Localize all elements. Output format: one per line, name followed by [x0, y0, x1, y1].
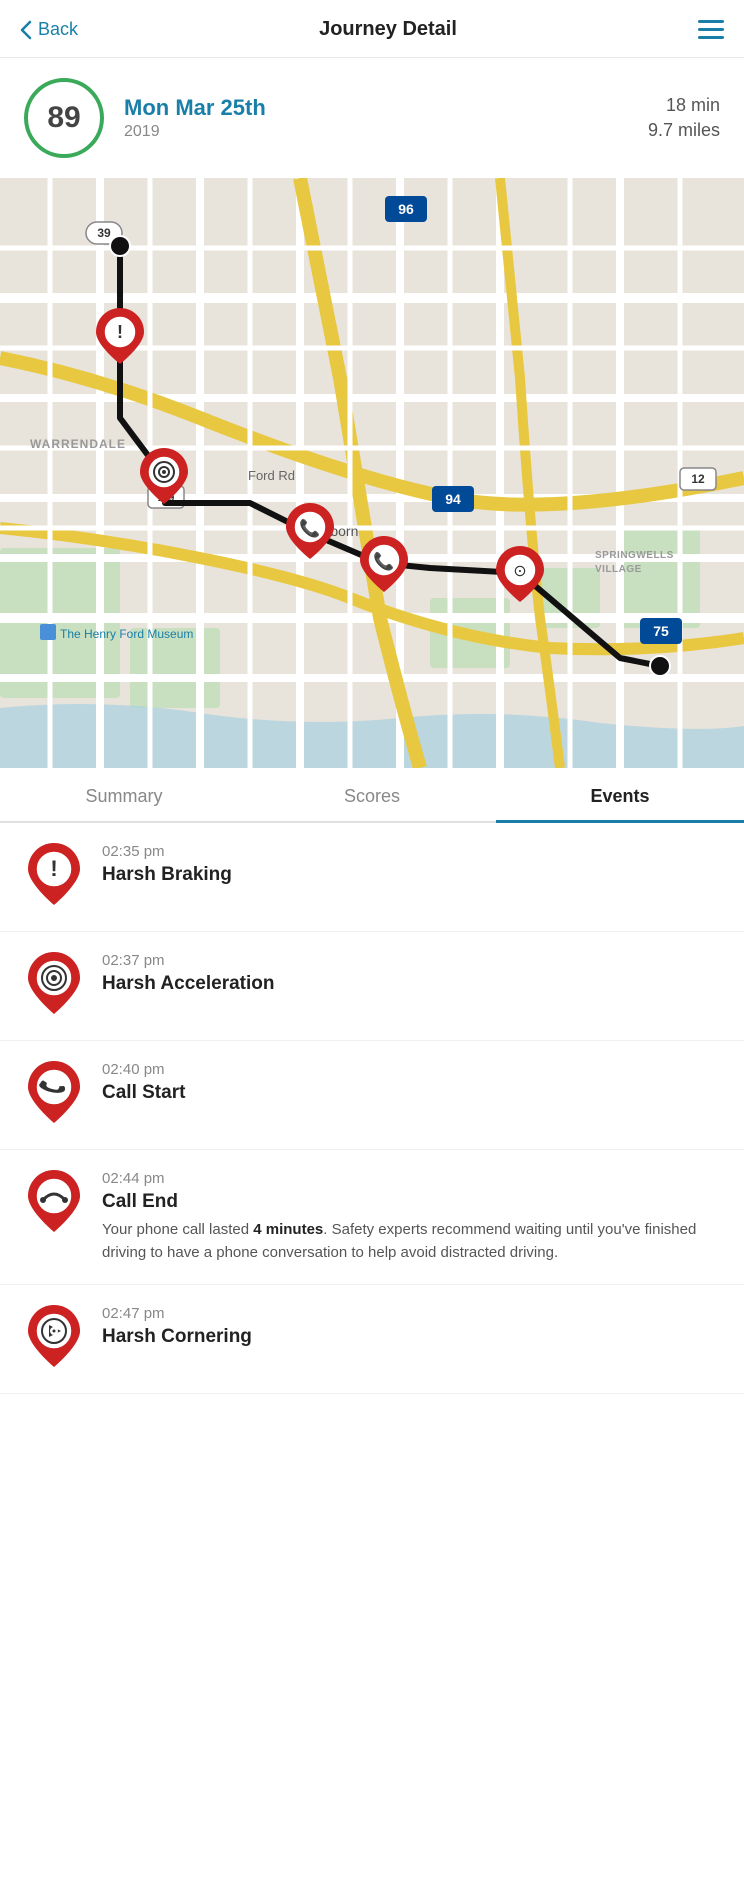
svg-text:12: 12: [691, 472, 705, 486]
event-name: Call Start: [102, 1082, 720, 1104]
svg-text:39: 39: [97, 226, 111, 240]
event-icon-braking: !: [24, 843, 84, 911]
hamburger-line: [698, 20, 724, 23]
tab-events[interactable]: Events: [496, 768, 744, 821]
event-name: Harsh Cornering: [102, 1326, 720, 1348]
journey-duration: 18 min: [648, 95, 720, 116]
journey-year: 2019: [124, 123, 648, 141]
event-item: 02:40 pm Call Start: [0, 1041, 744, 1150]
event-name: Harsh Acceleration: [102, 973, 720, 995]
back-label: Back: [38, 19, 78, 40]
map-container[interactable]: 96 94 75 39 12 169 Ford Rd Dearborn WARR…: [0, 178, 744, 768]
tabs-bar: Summary Scores Events: [0, 768, 744, 823]
journey-miles: 9.7 miles: [648, 120, 720, 141]
svg-text:!: !: [50, 856, 57, 881]
event-time: 02:37 pm: [102, 952, 720, 969]
event-content: 02:44 pm Call End Your phone call lasted…: [102, 1170, 720, 1264]
hamburger-line: [698, 28, 724, 31]
event-content: 02:40 pm Call Start: [102, 1061, 720, 1104]
journey-info: 89 Mon Mar 25th 2019 18 min 9.7 miles: [0, 58, 744, 178]
svg-text:⊙: ⊙: [513, 563, 526, 580]
svg-text:94: 94: [445, 491, 461, 507]
event-description: Your phone call lasted 4 minutes. Safety…: [102, 1219, 720, 1264]
chevron-left-icon: [20, 20, 32, 40]
svg-text:Ford Rd: Ford Rd: [248, 468, 295, 483]
event-content: 02:47 pm Harsh Cornering: [102, 1305, 720, 1348]
svg-text:📞: 📞: [299, 517, 321, 538]
event-icon-callend: [24, 1170, 84, 1238]
event-item: 02:44 pm Call End Your phone call lasted…: [0, 1150, 744, 1285]
map-svg: 96 94 75 39 12 169 Ford Rd Dearborn WARR…: [0, 178, 744, 768]
journey-date: Mon Mar 25th: [124, 95, 648, 121]
svg-text:75: 75: [653, 623, 669, 639]
menu-button[interactable]: [698, 20, 724, 39]
svg-text:📞: 📞: [373, 550, 395, 571]
score-circle: 89: [24, 78, 104, 158]
event-item: ! 02:35 pm Harsh Braking: [0, 823, 744, 932]
events-list: ! 02:35 pm Harsh Braking 02:37 pm Harsh …: [0, 823, 744, 1394]
event-item: 02:37 pm Harsh Acceleration: [0, 932, 744, 1041]
header: Back Journey Detail: [0, 0, 744, 58]
svg-text:!: !: [117, 322, 123, 342]
event-name: Call End: [102, 1191, 720, 1213]
svg-text:VILLAGE: VILLAGE: [595, 564, 642, 575]
event-name: Harsh Braking: [102, 864, 720, 886]
svg-text:WARRENDALE: WARRENDALE: [30, 437, 126, 451]
event-content: 02:35 pm Harsh Braking: [102, 843, 720, 886]
svg-text:The Henry Ford Museum: The Henry Ford Museum: [60, 627, 193, 641]
event-time: 02:40 pm: [102, 1061, 720, 1078]
tab-scores[interactable]: Scores: [248, 768, 496, 821]
hamburger-line: [698, 36, 724, 39]
svg-text:96: 96: [398, 201, 414, 217]
event-item: 02:47 pm Harsh Cornering: [0, 1285, 744, 1394]
event-icon-callstart: [24, 1061, 84, 1129]
event-content: 02:37 pm Harsh Acceleration: [102, 952, 720, 995]
event-time: 02:47 pm: [102, 1305, 720, 1322]
journey-date-block: Mon Mar 25th 2019: [124, 95, 648, 141]
event-icon-cornering: [24, 1305, 84, 1373]
score-value: 89: [47, 101, 80, 135]
svg-text:SPRINGWELLS: SPRINGWELLS: [595, 550, 674, 561]
page-title: Journey Detail: [319, 18, 457, 41]
tab-summary[interactable]: Summary: [0, 768, 248, 821]
event-icon-acceleration: [24, 952, 84, 1020]
event-time: 02:44 pm: [102, 1170, 720, 1187]
journey-stats: 18 min 9.7 miles: [648, 95, 720, 141]
back-button[interactable]: Back: [20, 19, 78, 40]
event-time: 02:35 pm: [102, 843, 720, 860]
